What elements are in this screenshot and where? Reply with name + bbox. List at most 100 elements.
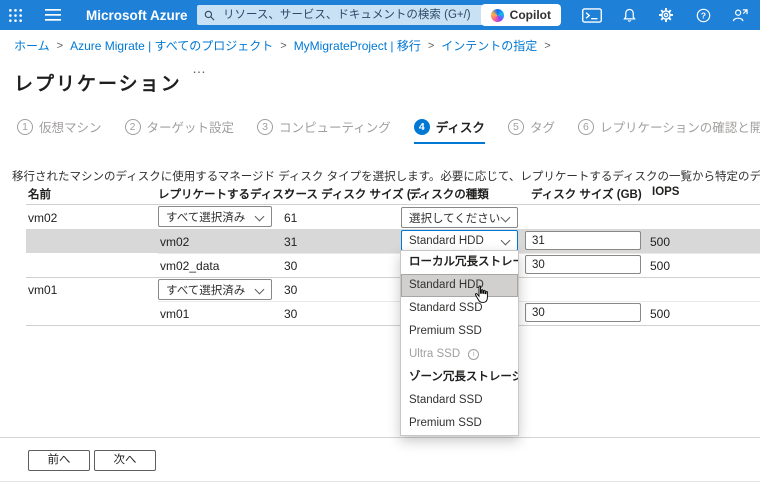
column-header-disk-type: ディスクの種類 bbox=[409, 189, 489, 201]
group-divider bbox=[26, 277, 760, 278]
feedback-button[interactable] bbox=[725, 0, 755, 30]
select-value: すべて選択済み bbox=[166, 284, 246, 297]
svg-text:?: ? bbox=[700, 10, 705, 20]
page-title: レプリケーション bbox=[14, 73, 182, 95]
hamburger-menu-button[interactable] bbox=[38, 0, 68, 30]
step-number: 6 bbox=[577, 118, 594, 135]
source-disk-size: 61 bbox=[284, 211, 298, 225]
source-disk-size: 30 bbox=[284, 307, 298, 321]
row-disk-name: vm02 bbox=[160, 235, 190, 249]
row-vm-name: vm01 bbox=[28, 283, 58, 297]
replicate-disks-select-vm02[interactable]: すべて選択済み bbox=[158, 206, 272, 227]
tab-tags[interactable]: 5 タグ bbox=[507, 117, 555, 144]
copilot-icon bbox=[490, 8, 504, 22]
azure-brand[interactable]: Microsoft Azure bbox=[86, 8, 188, 23]
column-header-replicate-disk: レプリケートするディスク bbox=[158, 189, 296, 201]
chevron-down-icon bbox=[500, 212, 511, 223]
iops-value: 500 bbox=[650, 235, 671, 249]
step-number: 5 bbox=[507, 118, 524, 135]
disk-type-select-vm02-group[interactable]: 選択してください bbox=[401, 207, 518, 228]
disk-size-input-vm02-os[interactable] bbox=[525, 231, 641, 250]
help-button[interactable]: ? bbox=[688, 0, 718, 30]
hamburger-menu-icon bbox=[45, 9, 61, 21]
previous-button[interactable]: 前へ bbox=[28, 450, 90, 471]
replicate-disks-select-vm01[interactable]: すべて選択済み bbox=[158, 279, 272, 300]
breadcrumb-separator: > bbox=[427, 39, 435, 52]
cloud-shell-button[interactable] bbox=[577, 0, 607, 30]
tab-virtual-machines[interactable]: 1 仮想マシン bbox=[17, 117, 102, 144]
tab-review-start-replication[interactable]: 6 レプリケーションの確認と開始 bbox=[577, 117, 760, 144]
step-label: コンピューティング bbox=[279, 121, 391, 135]
next-button[interactable]: 次へ bbox=[94, 450, 156, 471]
step-number: 3 bbox=[257, 118, 274, 135]
settings-button[interactable] bbox=[651, 0, 681, 30]
dropdown-option-standard-ssd[interactable]: Standard SSD bbox=[401, 297, 518, 320]
column-header-iops: IOPS bbox=[652, 186, 680, 198]
breadcrumb-azure-migrate[interactable]: Azure Migrate | すべてのプロジェクト bbox=[70, 37, 273, 54]
dropdown-option-standard-hdd[interactable]: Standard HDD bbox=[401, 274, 518, 297]
tab-target-settings[interactable]: 2 ターゲット設定 bbox=[124, 117, 235, 144]
azure-top-bar: Microsoft Azure Copilot bbox=[0, 0, 760, 30]
breadcrumb-intent[interactable]: インテントの指定 bbox=[441, 37, 537, 54]
select-value: すべて選択済み bbox=[166, 211, 246, 224]
disk-type-dropdown-flyout: ローカル冗長ストレージ (LRS) Standard HDD Standard … bbox=[400, 250, 519, 436]
chevron-down-icon bbox=[254, 284, 265, 295]
topbar-right-cluster: Copilot ? bbox=[480, 0, 755, 30]
copilot-label: Copilot bbox=[509, 8, 551, 22]
disk-size-input-vm02-data[interactable] bbox=[525, 255, 641, 274]
breadcrumb-separator: > bbox=[56, 39, 64, 52]
tab-disks[interactable]: 4 ディスク bbox=[413, 117, 485, 144]
settings-gear-icon bbox=[659, 8, 673, 22]
row-disk-name: vm01 bbox=[160, 307, 190, 321]
step-label: 仮想マシン bbox=[39, 121, 102, 135]
breadcrumb: ホーム > Azure Migrate | すべてのプロジェクト > MyMig… bbox=[14, 37, 551, 54]
search-icon bbox=[204, 10, 215, 20]
option-label: Ultra SSD bbox=[409, 348, 461, 360]
select-value: 選択してください bbox=[409, 212, 501, 225]
chevron-down-icon bbox=[500, 235, 511, 246]
dropdown-option-standard-ssd-zrs[interactable]: Standard SSD bbox=[401, 389, 518, 412]
notifications-button[interactable] bbox=[614, 0, 644, 30]
row-disk-name: vm02_data bbox=[160, 259, 220, 273]
row-vm-name: vm02 bbox=[28, 211, 58, 225]
breadcrumb-home[interactable]: ホーム bbox=[14, 37, 50, 54]
title-more-menu[interactable]: … bbox=[192, 60, 207, 76]
cloud-shell-icon bbox=[582, 7, 602, 23]
source-disk-size: 30 bbox=[284, 259, 298, 273]
source-disk-size: 31 bbox=[284, 235, 298, 249]
app-launcher-button[interactable] bbox=[0, 0, 30, 30]
source-disk-size: 30 bbox=[284, 283, 298, 297]
breadcrumb-separator: > bbox=[544, 39, 551, 52]
column-header-disk-size: ディスク サイズ (GB) bbox=[531, 189, 642, 201]
dropdown-option-premium-ssd[interactable]: Premium SSD bbox=[401, 320, 518, 343]
app-launcher-icon bbox=[8, 8, 22, 22]
dropdown-option-ultra-ssd: Ultra SSD i bbox=[401, 343, 518, 366]
disk-size-input-vm01-os[interactable] bbox=[525, 303, 641, 322]
feedback-person-icon bbox=[732, 8, 748, 21]
dropdown-option-premium-ssd-zrs[interactable]: Premium SSD bbox=[401, 412, 518, 435]
page-description: 移行されたマシンのディスクに使用するマネージド ディスク タイプを選択します。必… bbox=[12, 170, 760, 183]
iops-value: 500 bbox=[650, 307, 671, 321]
iops-value: 500 bbox=[650, 259, 671, 273]
dropdown-group-header-lrs: ローカル冗長ストレージ (LRS) bbox=[409, 256, 518, 268]
disk-type-select-vm02-os-open[interactable]: Standard HDD bbox=[401, 230, 518, 251]
global-search-box[interactable] bbox=[197, 5, 509, 25]
step-number: 4 bbox=[413, 118, 430, 135]
step-label: ターゲット設定 bbox=[146, 121, 235, 135]
select-value: Standard HDD bbox=[409, 234, 484, 247]
dropdown-group-header-zrs: ゾーン冗長ストレージ (ZRS) bbox=[409, 371, 518, 383]
info-icon: i bbox=[468, 349, 480, 360]
chevron-down-icon bbox=[254, 211, 265, 222]
notifications-bell-icon bbox=[622, 8, 636, 22]
step-label: ディスク bbox=[435, 121, 485, 135]
blade-bottom-edge bbox=[0, 481, 760, 482]
copilot-button[interactable]: Copilot bbox=[480, 4, 561, 26]
step-number: 2 bbox=[124, 118, 141, 135]
breadcrumb-project[interactable]: MyMigrateProject | 移行 bbox=[294, 37, 421, 54]
table-bottom-divider bbox=[26, 325, 760, 326]
search-input[interactable] bbox=[221, 8, 502, 22]
step-label: レプリケーションの確認と開始 bbox=[599, 121, 760, 135]
step-number: 1 bbox=[17, 118, 33, 135]
wizard-steps: 1 仮想マシン 2 ターゲット設定 3 コンピューティング 4 ディスク 5 タ… bbox=[17, 117, 760, 144]
tab-compute[interactable]: 3 コンピューティング bbox=[257, 117, 391, 144]
